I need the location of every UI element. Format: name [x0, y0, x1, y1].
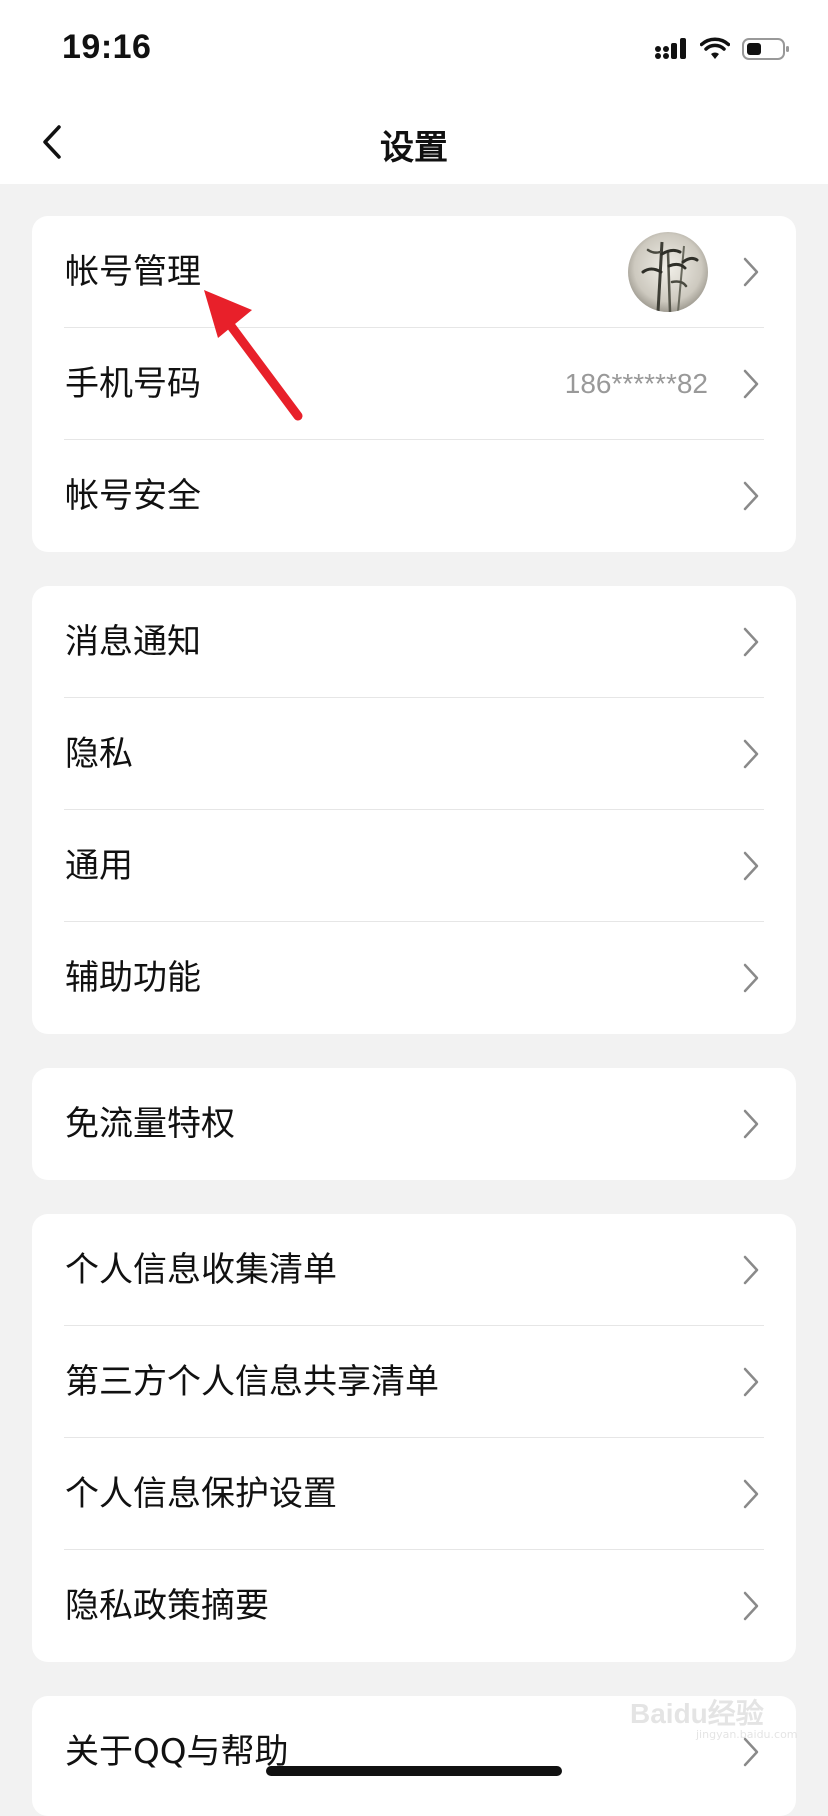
row-label: 帐号安全 [65, 476, 201, 516]
watermark: Baidu经验 jingyan.baidu.com [610, 1680, 810, 1750]
status-time: 19:16 [62, 28, 152, 66]
third-party-sharing-list-row[interactable]: 第三方个人信息共享清单 [32, 1326, 796, 1438]
chevron-right-icon [743, 1479, 759, 1509]
chevron-right-icon [743, 851, 759, 881]
chevron-right-icon [743, 739, 759, 769]
row-label: 帐号管理 [65, 252, 201, 292]
cellular-signal-icon [655, 38, 686, 59]
chevron-right-icon [743, 257, 759, 287]
wifi-icon [700, 37, 730, 59]
chevron-right-icon [743, 481, 759, 511]
row-label: 消息通知 [65, 622, 201, 662]
chevron-right-icon [743, 369, 759, 399]
avatar [628, 232, 708, 312]
row-label: 隐私政策摘要 [65, 1586, 269, 1626]
status-icons [654, 34, 790, 64]
chevron-right-icon [743, 1591, 759, 1621]
status-bar: 19:16 [0, 0, 828, 100]
privacy-row[interactable]: 隐私 [32, 698, 796, 810]
general-row[interactable]: 通用 [32, 810, 796, 922]
phone-number-row[interactable]: 手机号码 186******82 [32, 328, 796, 440]
battery-icon [742, 38, 789, 60]
account-security-row[interactable]: 帐号安全 [32, 440, 796, 552]
info-collection-list-row[interactable]: 个人信息收集清单 [32, 1214, 796, 1326]
notifications-row[interactable]: 消息通知 [32, 586, 796, 698]
row-label: 免流量特权 [65, 1104, 235, 1144]
row-label: 第三方个人信息共享清单 [65, 1362, 439, 1402]
phone-number-value: 186******82 [564, 368, 708, 399]
row-label: 辅助功能 [65, 958, 201, 998]
row-label: 隐私 [65, 734, 133, 774]
privacy-policy-summary-row[interactable]: 隐私政策摘要 [32, 1550, 796, 1662]
row-label: 关于QQ与帮助 [65, 1732, 289, 1772]
navigation-bar: 设置 [0, 100, 828, 184]
general-section: 消息通知 隐私 通用 辅助功能 [32, 586, 796, 1034]
free-data-privilege-row[interactable]: 免流量特权 [32, 1068, 796, 1180]
accessibility-row[interactable]: 辅助功能 [32, 922, 796, 1034]
row-label: 个人信息收集清单 [65, 1250, 337, 1290]
chevron-right-icon [743, 627, 759, 657]
account-management-row[interactable]: 帐号管理 [32, 216, 796, 328]
row-label: 通用 [65, 846, 133, 886]
watermark-url: jingyan.baidu.com [696, 1728, 798, 1741]
chevron-right-icon [743, 1255, 759, 1285]
info-protection-settings-row[interactable]: 个人信息保护设置 [32, 1438, 796, 1550]
chevron-right-icon [743, 963, 759, 993]
chevron-right-icon [743, 1367, 759, 1397]
chevron-right-icon [743, 1109, 759, 1139]
watermark-text: Baidu经验 [630, 1698, 764, 1729]
data-plan-section: 免流量特权 [32, 1068, 796, 1180]
personal-info-section: 个人信息收集清单 第三方个人信息共享清单 个人信息保护设置 隐私政策摘要 [32, 1214, 796, 1662]
account-section: 帐号管理 手机号码 186******82 帐号安全 [32, 216, 796, 552]
page-title: 设置 [380, 128, 448, 168]
row-label: 个人信息保护设置 [65, 1474, 337, 1514]
home-indicator[interactable] [266, 1766, 562, 1776]
row-label: 手机号码 [65, 364, 201, 404]
